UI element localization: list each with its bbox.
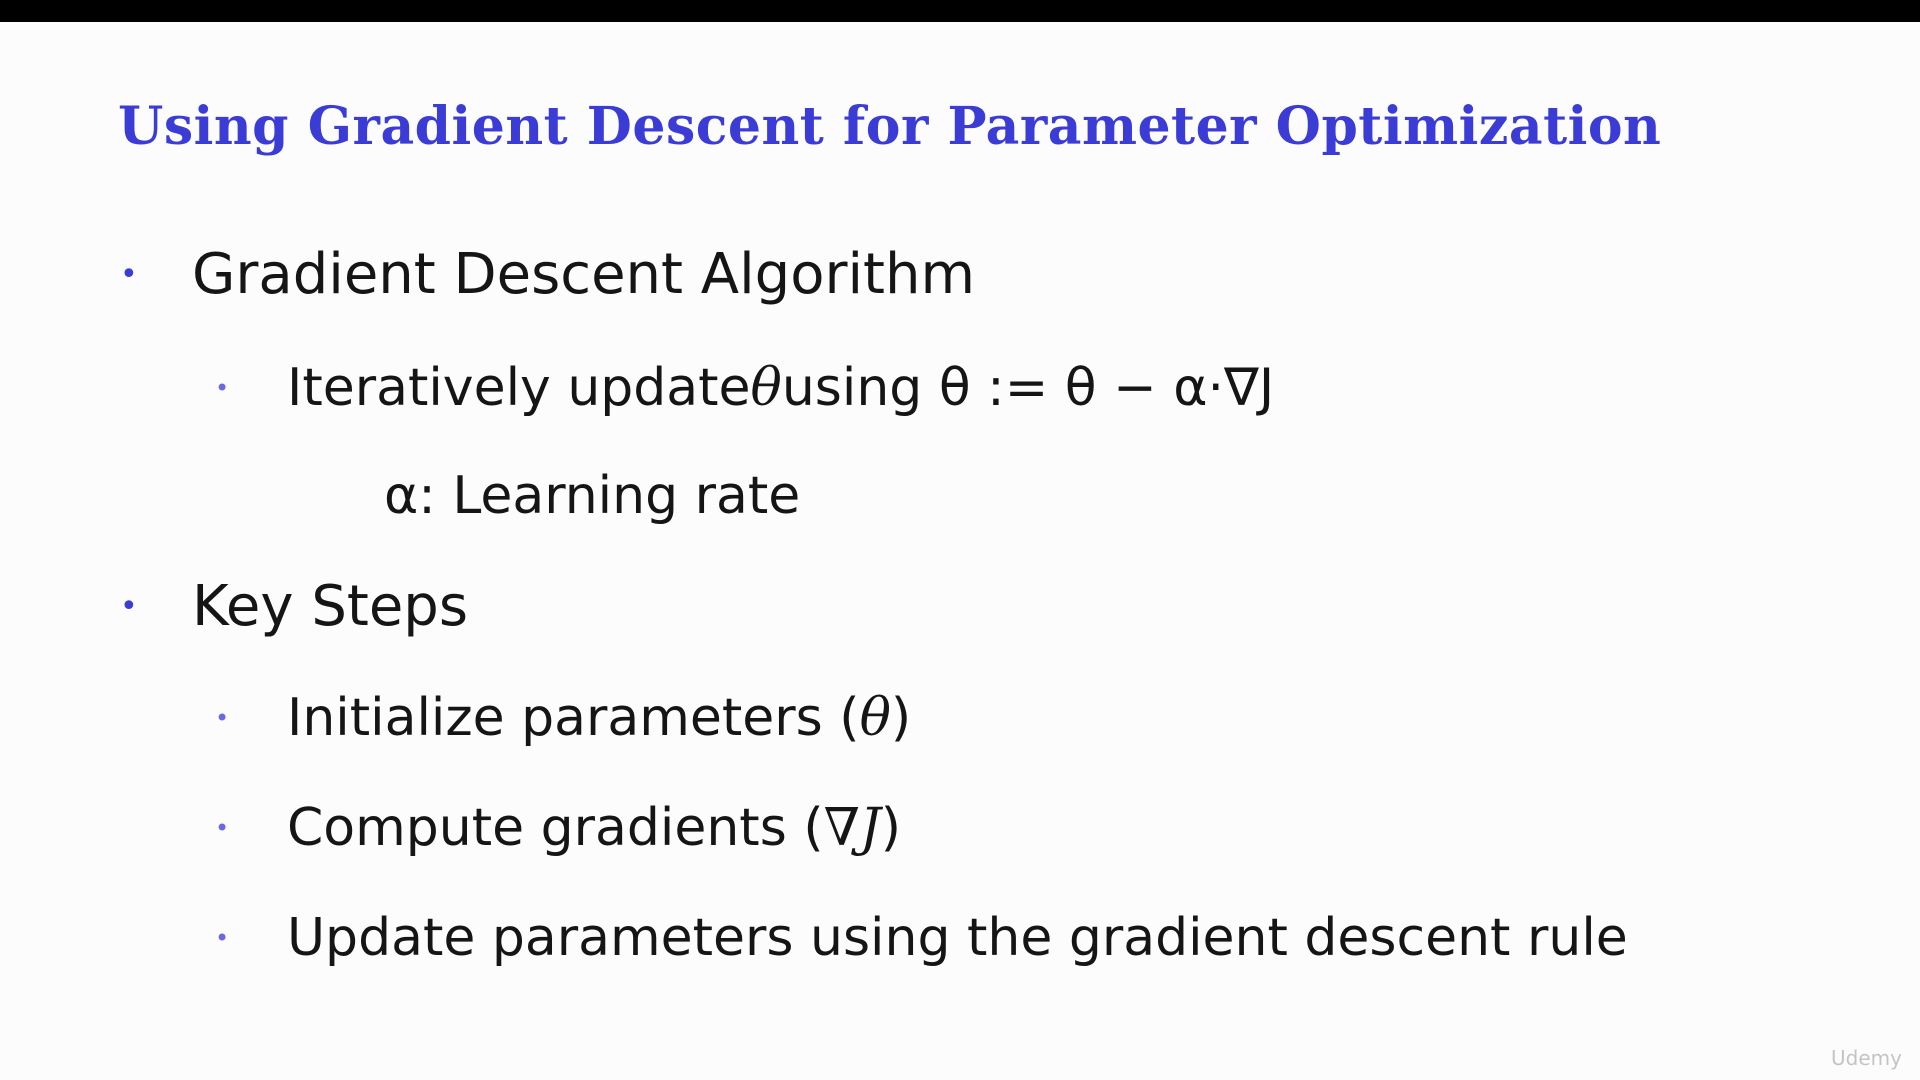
learning-rate-text: α: Learning rate [384,466,801,526]
bullet-text: Update parameters using the gradient des… [287,908,1628,968]
bullet-text-suffix: ) [890,688,912,748]
bullet-icon: • [215,704,230,732]
theta-symbol: θ [750,358,782,418]
slide: Using Gradient Descent for Parameter Opt… [0,22,1920,1080]
sub-bullet-compute-gradients: • Compute gradients (∇J) [215,798,901,858]
bullet-item-key-steps: • Key Steps [120,574,468,639]
bullet-icon: • [120,589,138,624]
bullet-text-prefix: Initialize parameters ( [287,688,860,748]
learning-rate-note: α: Learning rate [384,466,800,526]
bullet-text-suffix: ) [880,798,902,858]
gradient-symbol: ∇J [823,798,881,858]
slide-title: Using Gradient Descent for Parameter Opt… [118,96,1662,157]
bullet-item-gradient-descent: • Gradient Descent Algorithm [120,242,975,307]
bullet-text-prefix: Compute gradients ( [287,798,824,858]
sub-bullet-update-rule: • Iteratively update θ using θ := θ − α·… [215,358,1274,418]
theta-symbol: θ [859,688,891,748]
bullet-icon: • [215,374,230,402]
bullet-text: Key Steps [192,574,469,639]
top-black-bar [0,0,1920,22]
bullet-text: Gradient Descent Algorithm [192,242,976,307]
bullet-icon: • [215,924,230,952]
udemy-watermark: Udemy [1831,1046,1902,1070]
bullet-icon: • [120,257,138,292]
sub-bullet-initialize: • Initialize parameters (θ) [215,688,911,748]
bullet-icon: • [215,814,230,842]
bullet-text-suffix: using θ := θ − α·∇J [781,358,1275,418]
bullet-text-prefix: Iteratively update [287,358,751,418]
sub-bullet-update-parameters: • Update parameters using the gradient d… [215,908,1628,968]
